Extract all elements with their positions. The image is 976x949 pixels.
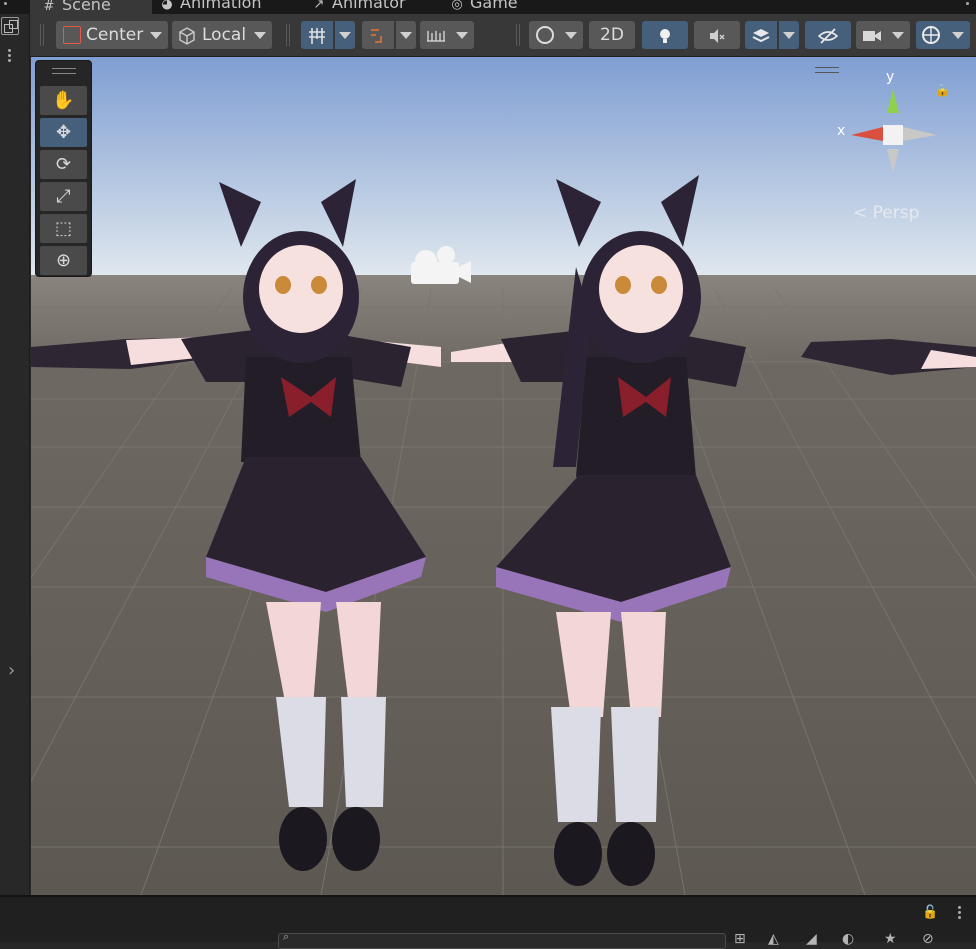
label-filter-icon[interactable]: ◢ — [806, 931, 817, 947]
left-kebab-icon[interactable] — [4, 0, 8, 7]
star-icon[interactable]: ★ — [884, 931, 897, 947]
panel-kebab-icon[interactable] — [8, 49, 12, 64]
tab-animator[interactable]: ↗ Animator — [312, 0, 406, 14]
orientation-gizmo[interactable]: 🔒 y x < Persp — [815, 63, 961, 223]
grid-snap-icon — [308, 26, 326, 44]
gamepad-icon: ◎ — [451, 0, 463, 12]
tool-palette: ✋ ✥ ⟳ ⤢ ⬚ ⊕ — [35, 60, 92, 277]
tab-menu-kebab-icon[interactable] — [966, 0, 970, 7]
search-input[interactable]: ⌕ — [278, 930, 726, 949]
chevron-down-icon — [400, 32, 412, 39]
bottom-kebab-icon[interactable] — [958, 906, 962, 921]
rect-transform-icon: ⬚ — [54, 218, 72, 239]
lightbulb-icon — [656, 26, 674, 44]
chevron-down-icon — [150, 32, 162, 39]
projection-toggle[interactable]: < Persp — [853, 203, 919, 223]
chevron-down-icon — [339, 32, 351, 39]
create-icon[interactable]: ⊞ — [734, 931, 746, 947]
hidden-eye-icon — [817, 26, 839, 44]
grid-snapping-menu[interactable] — [335, 21, 355, 49]
toolbar-grip[interactable] — [40, 24, 44, 46]
chevron-right-icon[interactable]: › — [8, 660, 15, 681]
increment-snap-icon — [369, 26, 387, 44]
pivot-center-icon — [63, 26, 81, 44]
hand-icon: ✋ — [52, 90, 75, 111]
increment-snap-menu[interactable] — [396, 21, 416, 49]
tab-animation[interactable]: ◕ Animation — [160, 0, 261, 14]
chevron-down-icon — [456, 32, 468, 39]
ruler-icon — [426, 26, 445, 44]
move-tool-button[interactable]: ✥ — [40, 118, 87, 147]
rect-tool-button[interactable]: ⬚ — [40, 214, 87, 243]
gizmos-globe-icon — [922, 26, 940, 44]
effects-toggle[interactable] — [745, 21, 777, 49]
increment-snap-toggle[interactable] — [362, 21, 394, 49]
tab-scene[interactable]: # Scene — [30, 0, 152, 14]
rotate-icon: ⟳ — [55, 154, 72, 175]
local-cube-icon — [178, 26, 196, 45]
shapes-filter-icon[interactable]: ◭ — [768, 931, 779, 947]
scene-camera-dropdown[interactable] — [856, 21, 910, 49]
chevron-down-icon — [783, 32, 795, 39]
chevron-down-icon — [565, 32, 577, 39]
2d-mode-toggle[interactable]: 2D — [589, 21, 635, 49]
axis-y-label: y — [886, 69, 895, 85]
move-arrows-icon: ✥ — [55, 122, 72, 143]
pivot-rotation-dropdown[interactable]: Local — [172, 21, 272, 49]
pivot-mode-dropdown[interactable]: Center — [56, 21, 168, 49]
transform-icon: ⊕ — [55, 250, 72, 271]
shading-sphere-icon — [536, 26, 554, 44]
grid-snapping-toggle[interactable] — [301, 21, 333, 49]
scene-toolbar: Center Local 2D — [30, 14, 976, 57]
tab-game[interactable]: ◎ Game — [450, 0, 517, 14]
effects-menu[interactable] — [779, 21, 799, 49]
left-side-strip: › — [0, 14, 30, 898]
audio-mute-icon — [708, 26, 726, 44]
hidden-count-icon[interactable]: ⊘ — [922, 931, 934, 947]
transform-tool-button[interactable]: ⊕ — [40, 246, 87, 275]
toolbar-grip[interactable] — [286, 24, 290, 46]
maximize-icon[interactable] — [1, 17, 19, 35]
shading-mode-dropdown[interactable] — [529, 21, 583, 49]
view-tool-button[interactable]: ✋ — [40, 86, 87, 115]
rotate-tool-button[interactable]: ⟳ — [40, 150, 87, 179]
effects-layers-icon — [752, 26, 770, 44]
tab-strip: # Scene ◕ Animation ↗ Animator ◎ Game — [0, 0, 976, 14]
scene-viewport[interactable]: 🔒 y x < Persp — [31, 57, 976, 895]
axis-x-label: x — [837, 123, 846, 139]
chevron-down-icon — [254, 32, 266, 39]
chevron-down-icon — [892, 32, 904, 39]
scale-icon: ⤢ — [56, 186, 71, 207]
lighting-toggle[interactable] — [642, 21, 688, 49]
gizmos-dropdown[interactable] — [916, 21, 970, 49]
half-circle-icon[interactable]: ◐ — [842, 931, 854, 947]
palette-drag-handle[interactable] — [52, 68, 76, 74]
snap-increment-dropdown[interactable] — [420, 21, 474, 49]
lock-icon[interactable]: 🔓 — [922, 905, 938, 920]
axis-gizmo-icon — [851, 89, 937, 173]
chevron-down-icon — [952, 32, 964, 39]
toolbar-grip[interactable] — [516, 24, 520, 46]
bottom-panel: 🔓 ⌕ ⊞ ◭ ◢ ◐ ★ ⊘ — [0, 895, 976, 949]
video-camera-icon — [862, 26, 881, 44]
animation-clock-icon: ◕ — [161, 0, 173, 12]
animator-graph-icon: ↗ — [313, 0, 325, 12]
audio-toggle[interactable] — [694, 21, 740, 49]
scale-tool-button[interactable]: ⤢ — [40, 182, 87, 211]
scene-visibility-toggle[interactable] — [805, 21, 851, 49]
